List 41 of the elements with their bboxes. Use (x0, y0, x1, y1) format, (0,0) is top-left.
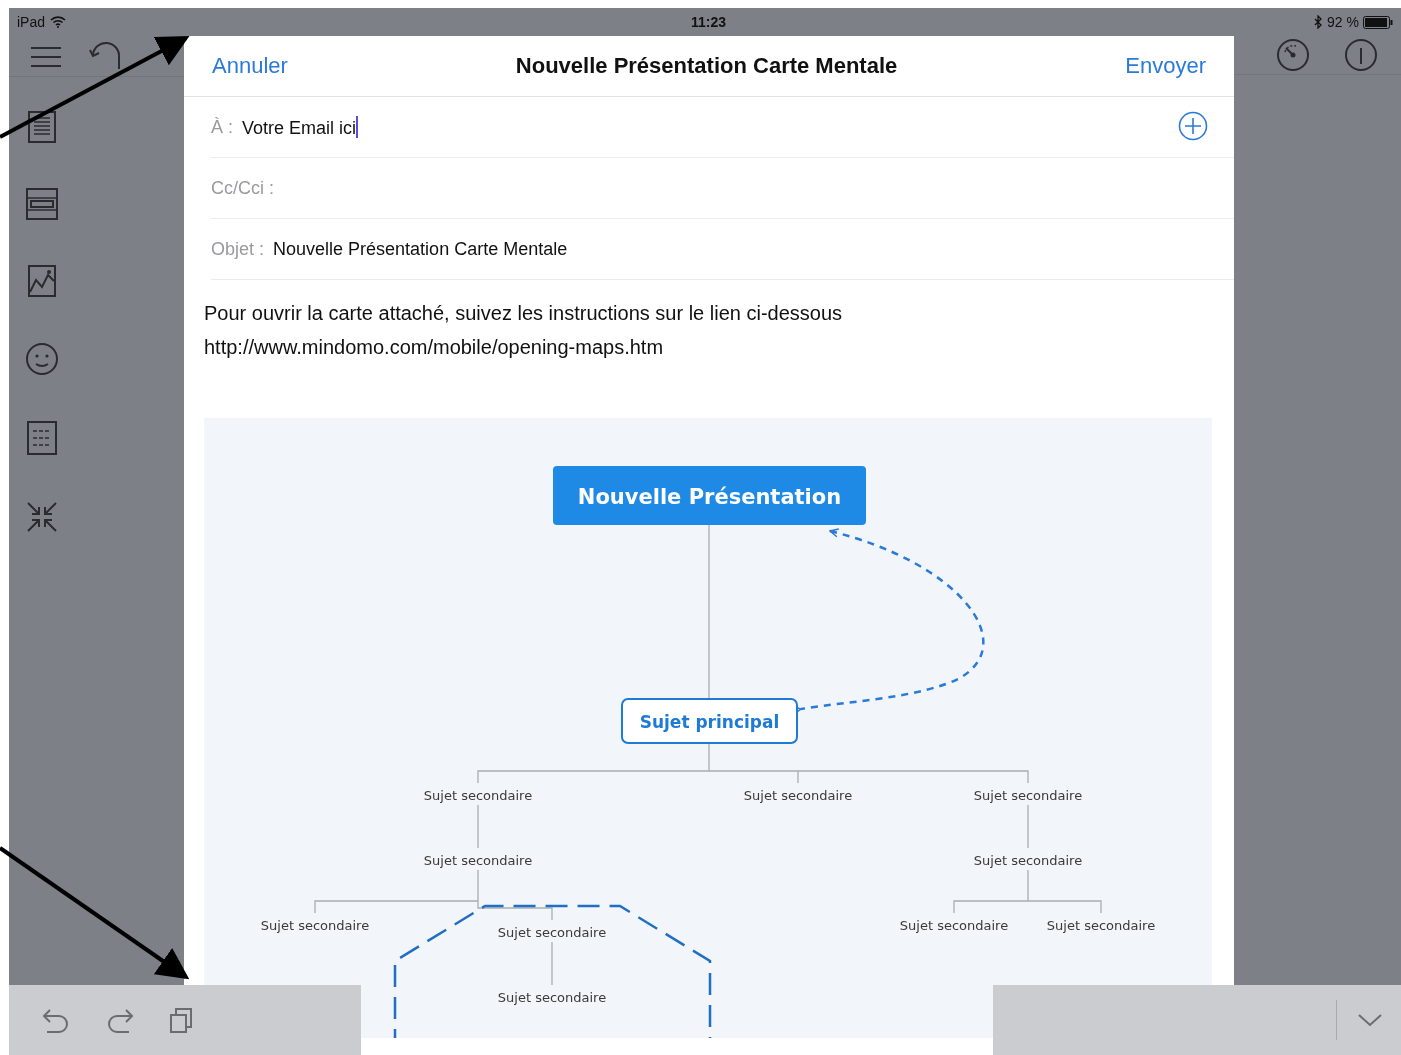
topic-label[interactable]: Sujet secondaire (1046, 918, 1156, 933)
battery-icon (1363, 15, 1393, 29)
root-topic[interactable]: Nouvelle Présentation (553, 466, 866, 525)
topic-label[interactable]: Sujet secondaire (260, 918, 370, 933)
input-field[interactable]: Votre Email ici (242, 115, 359, 139)
field-label: À : (211, 116, 233, 138)
chevron-down-icon[interactable] (1357, 1012, 1383, 1028)
input-field[interactable]: Nouvelle Présentation Carte Mentale (273, 238, 568, 260)
clock: 11:23 (691, 14, 727, 30)
task-list-icon[interactable] (27, 421, 57, 455)
topic-label[interactable]: Sujet secondaire (423, 788, 533, 803)
topic-label[interactable]: Sujet secondaire (423, 853, 533, 868)
field-label: Cc/Cci : (211, 177, 274, 199)
message-text: http://www.mindomo.com/mobile/opening-maps.htm (204, 335, 665, 360)
smiley-icon[interactable] (25, 342, 59, 376)
topic-label[interactable]: Sujet secondaire (497, 990, 607, 1005)
redo-icon[interactable] (105, 1006, 135, 1034)
main-topic[interactable]: Sujet principal (621, 698, 798, 744)
battery-percentage: 92 % (1327, 14, 1359, 30)
sheet-title: Nouvelle Présentation Carte Mentale (515, 53, 898, 79)
image-icon[interactable] (28, 265, 56, 297)
send-button[interactable]: Envoyer (1125, 53, 1206, 79)
device-name: iPad (17, 14, 46, 30)
topic-label[interactable]: Sujet secondaire (973, 788, 1083, 803)
bluetooth-icon (1314, 15, 1324, 29)
topic-label[interactable]: Sujet secondaire (973, 853, 1083, 868)
info-icon[interactable] (1344, 38, 1378, 72)
undo-icon[interactable] (41, 1006, 71, 1034)
cancel-button[interactable]: Annuler (212, 53, 288, 79)
topic-label[interactable]: Sujet secondaire (497, 925, 607, 940)
topic-label[interactable]: Sujet secondaire (743, 788, 853, 803)
video-icon[interactable] (26, 188, 58, 220)
notes-icon[interactable] (27, 111, 57, 143)
gauge-icon[interactable] (1276, 38, 1310, 72)
field-label: Objet : (211, 238, 265, 260)
copy-icon[interactable] (169, 1006, 195, 1034)
menu-icon[interactable] (29, 44, 63, 70)
topic-label[interactable]: Sujet secondaire (899, 918, 1009, 933)
wifi-icon (50, 16, 67, 28)
message-text: Pour ouvrir la carte attaché, suivez les instructions sur le lien ci-dessous (204, 301, 844, 326)
collapse-icon[interactable] (25, 500, 59, 534)
